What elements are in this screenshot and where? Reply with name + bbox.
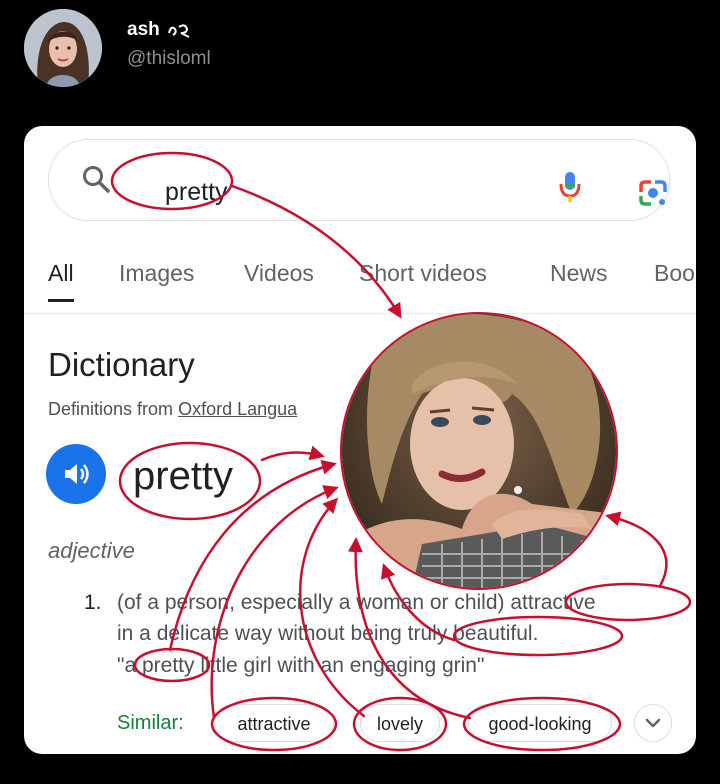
search-box[interactable]: pretty <box>48 139 670 221</box>
similar-chip-attractive[interactable]: attractive <box>214 704 334 742</box>
dictionary-title: Dictionary <box>48 346 195 383</box>
avatar[interactable] <box>24 9 102 87</box>
source-prefix: Definitions from <box>48 399 174 419</box>
handle[interactable]: @thisloml <box>127 48 211 70</box>
similar-label: Similar: <box>117 712 184 734</box>
name-glyph-icon <box>168 24 190 38</box>
speaker-button[interactable] <box>46 444 106 504</box>
definition-line-2: in a delicate way without being truly be… <box>117 622 539 645</box>
active-tab-indicator <box>48 299 74 302</box>
search-input[interactable]: pretty <box>165 178 228 207</box>
portrait-photo <box>340 312 618 590</box>
similar-chip-good-looking[interactable]: good-looking <box>468 704 612 742</box>
display-name[interactable]: ash <box>127 19 193 41</box>
tab-news[interactable]: News <box>550 260 608 287</box>
avatar-image <box>24 9 102 87</box>
tab-videos[interactable]: Videos <box>244 260 314 287</box>
tab-all[interactable]: All <box>48 260 74 287</box>
microphone-icon[interactable] <box>559 170 581 209</box>
dictionary-source: Definitions from Oxford Langua <box>48 399 297 420</box>
portrait-image <box>342 314 616 588</box>
search-icon[interactable] <box>81 164 111 199</box>
definition-example: "a pretty little girl with an engaging g… <box>117 654 485 677</box>
chevron-down-icon <box>645 718 661 728</box>
definition-line-1: (of a person, especially a woman or chil… <box>117 591 596 614</box>
display-name-text: ash <box>127 19 160 40</box>
search-tabs: All Images Videos Short videos News Boo <box>24 246 696 304</box>
similar-chip-lovely[interactable]: lovely <box>360 704 440 742</box>
expand-similar-button[interactable] <box>634 704 672 742</box>
google-lens-icon[interactable] <box>637 178 669 213</box>
part-of-speech: adjective <box>48 538 135 563</box>
headword: pretty <box>133 454 234 498</box>
tweet-header: ash @thisloml <box>0 0 720 120</box>
speaker-icon <box>65 464 89 484</box>
definition-number: 1. <box>84 591 102 614</box>
divider <box>24 313 696 314</box>
tab-images[interactable]: Images <box>119 260 194 287</box>
tab-short-videos[interactable]: Short videos <box>359 260 487 287</box>
source-link[interactable]: Oxford Langua <box>178 399 297 419</box>
tab-books[interactable]: Boo <box>654 260 695 287</box>
